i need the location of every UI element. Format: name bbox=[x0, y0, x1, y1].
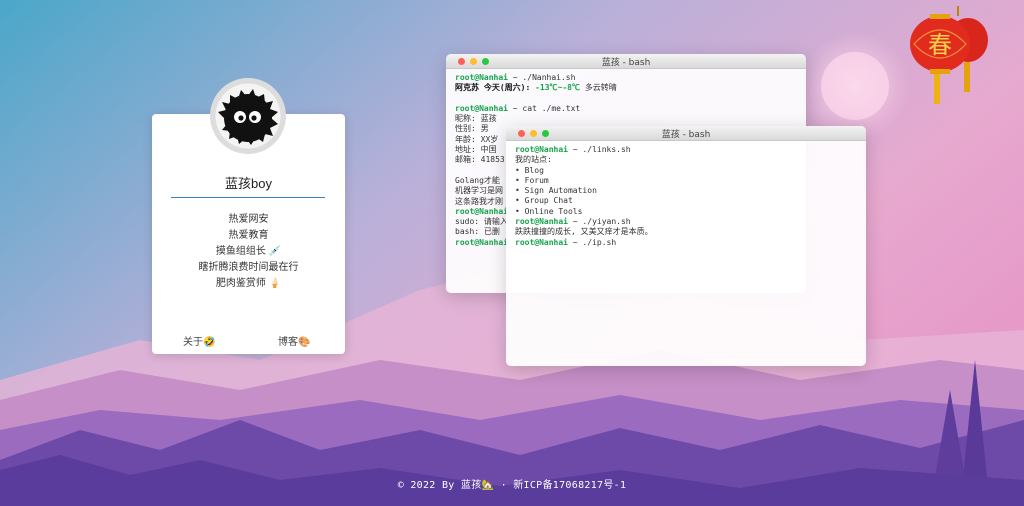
bio-line: 热爱教育 bbox=[228, 230, 269, 241]
command-text: ~ ./Nanhai.sh bbox=[507, 73, 576, 82]
terminal-command-line: root@Nanhai ~ ./links.sh bbox=[515, 145, 857, 155]
terminal-output: root@Nanhai ~ ./links.sh 我的站点: • Blog • For… bbox=[506, 141, 866, 252]
command-text: ~ ./yiyan.sh bbox=[567, 217, 631, 227]
terminal-title: 蓝孩 - bash bbox=[661, 130, 711, 140]
command-text: ~ ./links.sh bbox=[567, 145, 631, 154]
weather-desc: 多云转晴 bbox=[584, 83, 617, 93]
terminal-command-line: root@Nanhai ~ ./Nanhai.sh bbox=[455, 73, 797, 83]
lantern-decoration: 春 bbox=[898, 6, 994, 106]
terminal-output-line: • Group Chat bbox=[515, 196, 573, 206]
terminal-titlebar[interactable]: 蓝孩 - bash bbox=[506, 126, 866, 141]
prompt: root@Nanhai bbox=[455, 73, 508, 82]
prompt: root@Nanhai bbox=[455, 237, 508, 247]
terminal-output-line: • Online Tools bbox=[515, 206, 583, 216]
bio-line: 摸鱼组组长 💉 bbox=[215, 246, 282, 257]
terminal-output-line: • Blog bbox=[515, 165, 544, 175]
bio-line: 肥肉鉴赏师 🍦 bbox=[215, 278, 282, 289]
profile-bio: 热爱网安 热爱教育 摸鱼组组长 💉 瞎折腾浪费时间最在行 肥肉鉴赏师 🍦 bbox=[152, 212, 345, 292]
weather-label: 阿克苏 今天(周六): bbox=[455, 83, 536, 93]
terminal-output-line: 跌跌撞撞的成长, 又美又痒才是本质。 bbox=[515, 227, 653, 237]
prompt: root@Nanhai bbox=[515, 237, 568, 247]
terminal-window-front[interactable]: 蓝孩 - bash root@Nanhai ~ ./links.sh 我的站点: •… bbox=[506, 126, 866, 366]
command-text: ~ ./ip.sh bbox=[567, 237, 617, 247]
prompt: root@Nanhai bbox=[455, 206, 508, 216]
terminal-titlebar[interactable]: 蓝孩 - bash bbox=[446, 54, 806, 69]
terminal-title: 蓝孩 - bash bbox=[601, 58, 651, 68]
divider bbox=[171, 197, 325, 198]
terminal-output-line: • Sign Automation bbox=[515, 186, 597, 196]
profile-name: 蓝孩boy bbox=[225, 176, 272, 191]
bio-line: 热爱网安 bbox=[228, 214, 269, 225]
command-text: ~ cat ./me.txt bbox=[507, 103, 581, 113]
terminal-command-line: root@Nanhai ~ ./yiyan.sh bbox=[515, 217, 857, 227]
prompt: root@Nanhai bbox=[515, 217, 568, 227]
bio-line: 瞎折腾浪费时间最在行 bbox=[198, 262, 299, 273]
terminal-output-line: 昵称: 蓝孩 bbox=[455, 114, 497, 124]
blog-link[interactable]: 博客🎨 bbox=[278, 333, 310, 348]
lantern-character: 春 bbox=[928, 31, 952, 59]
about-link[interactable]: 关于🤣 bbox=[183, 333, 215, 348]
prompt: root@Nanhai bbox=[515, 145, 568, 154]
weather-temp: -13℃~-8℃ bbox=[535, 83, 585, 93]
weather-line: 阿克苏 今天(周六): -13℃~-8℃ 多云转晴 bbox=[455, 83, 797, 93]
terminal-output-line: 我的站点: bbox=[515, 155, 552, 165]
avatar bbox=[210, 78, 286, 154]
terminal-command-line: root@Nanhai ~ cat ./me.txt bbox=[455, 104, 797, 114]
terminal-command-line: root@Nanhai ~ ./ip.sh bbox=[515, 238, 857, 248]
prompt: root@Nanhai bbox=[455, 103, 508, 113]
footer-text: © 2022 By 蓝孩🏡 · 新ICP备17068217号-1 bbox=[397, 480, 627, 491]
terminal-output-line: • Forum bbox=[515, 175, 549, 185]
